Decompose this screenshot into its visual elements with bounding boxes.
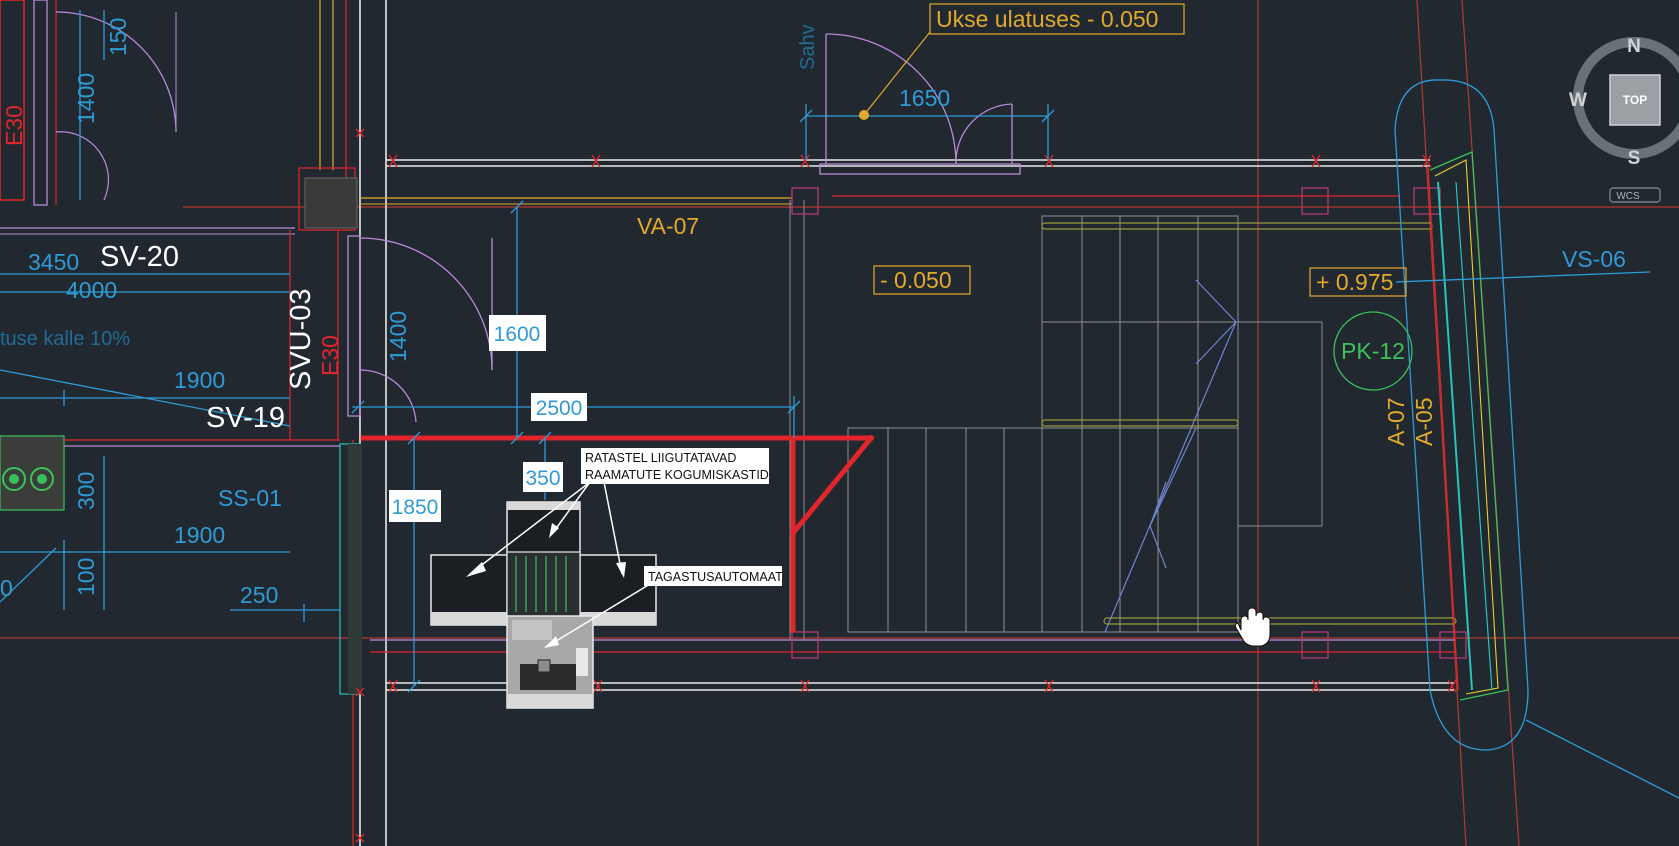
slope-note: tuse kalle 10% — [0, 328, 130, 350]
dim-100: 100 — [73, 558, 99, 596]
dim-350: 350 — [525, 467, 560, 490]
level-plus-tag: + 0.975 — [1316, 269, 1393, 295]
dim-250: 250 — [240, 582, 278, 608]
bins-label-line2: RAAMATUTE KOGUMISKASTID — [585, 468, 769, 482]
dim-1400-mid: 1400 — [385, 311, 411, 362]
compass-north: N — [1627, 36, 1641, 57]
dim-0: 0 — [0, 575, 13, 601]
bins-label-line1: RATASTEL LIIGUTATAVAD — [585, 451, 736, 465]
sv19-tag: SV-19 — [206, 402, 285, 434]
dim-1650: 1650 — [899, 85, 950, 111]
dim-4000: 4000 — [66, 277, 117, 303]
level-minus-tag: - 0.050 — [880, 267, 952, 293]
svu03-tag: SVU-03 — [285, 288, 317, 390]
ucs-label: WCS — [1616, 191, 1640, 202]
cad-drawing-canvas[interactable]: Ukse ulatuses - 0.050 VA-07 - 0.050 + 0.… — [0, 0, 1679, 846]
ss01-tag: SS-01 — [218, 485, 282, 511]
viewcube-face-label: TOP — [1623, 93, 1647, 107]
axis-a05-tag: A-05 — [1411, 397, 1437, 446]
room-va07-tag: VA-07 — [637, 213, 699, 239]
vs06-tag: VS-06 — [1562, 246, 1626, 272]
compass-west: W — [1569, 90, 1587, 111]
e30-mid-tag: E30 — [317, 335, 343, 376]
dim-1900-bottom: 1900 — [174, 522, 225, 548]
dim-150: 150 — [105, 18, 131, 56]
dim-3450: 3450 — [28, 249, 79, 275]
dim-1850: 1850 — [392, 496, 439, 519]
door-level-tag: Ukse ulatuses - 0.050 — [936, 6, 1158, 32]
dim-1400-left: 1400 — [73, 73, 99, 124]
sahv-tag: Sahv — [797, 24, 819, 70]
pk12-tag: PK-12 — [1341, 338, 1405, 364]
compass-south: S — [1628, 148, 1641, 169]
dim-1900-top: 1900 — [174, 367, 225, 393]
dim-1600: 1600 — [494, 323, 541, 346]
dim-300: 300 — [73, 472, 99, 510]
axis-a07-tag: A-07 — [1383, 397, 1409, 446]
machine-label: TAGASTUSAUTOMAAT — [648, 570, 783, 584]
dim-2500: 2500 — [536, 397, 583, 420]
e30-left-tag: E30 — [1, 105, 27, 146]
sv20-tag: SV-20 — [100, 241, 179, 273]
